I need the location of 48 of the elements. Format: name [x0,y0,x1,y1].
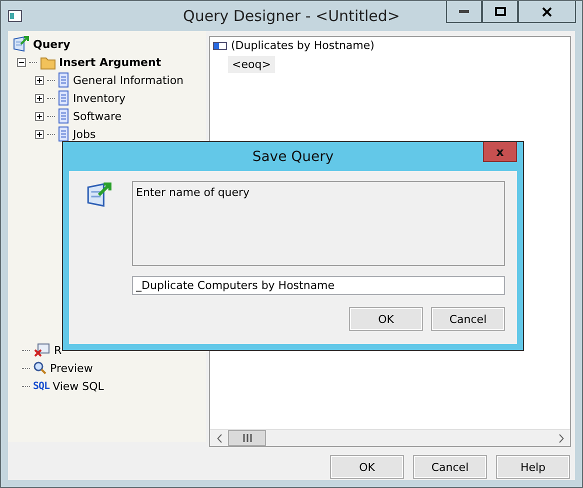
query-name-field[interactable]: _Duplicate Computers by Hostname [132,276,505,295]
minimize-icon [459,10,469,13]
tree-item[interactable]: Jobs [73,128,96,140]
dialog-button[interactable]: OK [330,455,404,479]
remove-icon [33,342,51,358]
tree-item[interactable]: General Information [73,74,184,86]
dialog-button[interactable]: Help [496,455,570,479]
close-button[interactable]: x [483,142,517,162]
document-icon [58,72,70,88]
collapse-icon[interactable] [17,58,26,66]
dialog-title: Save Query [252,148,334,164]
maximize-button[interactable] [482,1,518,23]
magnifier-icon [33,361,47,375]
close-icon [542,6,552,16]
tree-item[interactable]: Software [73,110,122,122]
close-button[interactable] [518,1,576,23]
end-of-query-token: <eoq> [228,56,275,73]
tree-item[interactable]: View SQL [52,380,104,392]
scroll-right-icon[interactable] [558,434,564,442]
dialog-button[interactable]: OK [349,307,423,331]
horizontal-scrollbar[interactable] [210,429,570,446]
document-icon [58,90,70,106]
tree-item[interactable]: R [54,344,62,356]
expand-icon[interactable] [35,94,44,102]
dialog-button[interactable]: Cancel [413,455,487,479]
query-icon [85,181,113,209]
tree-item[interactable]: Insert Argument [59,56,162,68]
expand-icon[interactable] [35,130,44,138]
maximize-icon [494,7,506,16]
expand-icon[interactable] [35,112,44,120]
sql-icon: SQL [33,380,50,392]
scroll-left-icon[interactable] [216,434,222,442]
document-icon [58,126,70,142]
tree-item[interactable]: Preview [50,362,93,374]
dialog-button[interactable]: Cancel [431,307,505,331]
expand-icon[interactable] [35,76,44,84]
app-icon [8,10,22,22]
query-title: (Duplicates by Hostname) [231,39,374,52]
grip-icon [242,434,252,442]
message-text: Enter name of query [132,181,505,266]
scroll-thumb[interactable] [228,430,266,446]
query-icon [12,35,30,53]
document-icon [58,108,70,124]
tree-item[interactable]: Query [33,38,70,50]
minimize-button[interactable] [446,1,482,23]
tree-item[interactable]: Inventory [73,92,126,104]
query-node-icon [213,42,227,50]
window-title: Query Designer - <Untitled> [183,7,400,25]
